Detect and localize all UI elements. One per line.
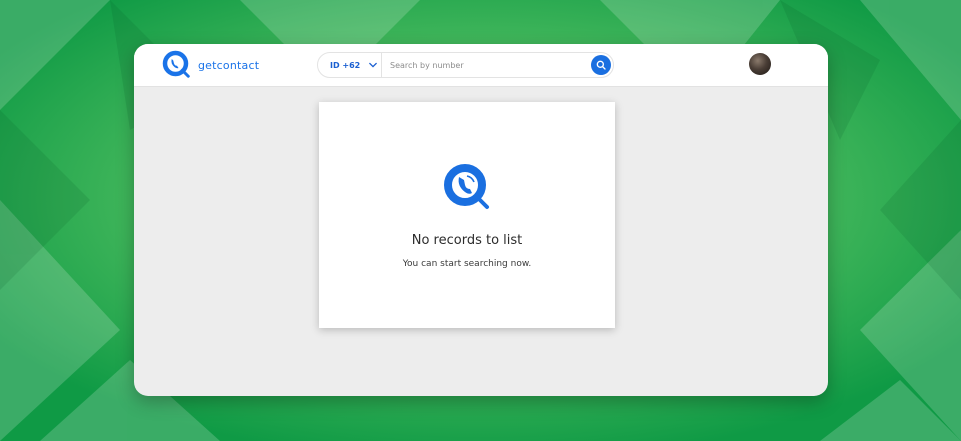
search-bar: ID +62 — [317, 52, 614, 78]
user-avatar[interactable] — [749, 53, 771, 75]
country-code-label: ID +62 — [330, 60, 361, 70]
search-icon — [596, 60, 606, 70]
phone-magnifier-icon — [444, 164, 489, 209]
brand-logo[interactable]: getcontact — [162, 50, 259, 80]
app-window: getcontact ID +62 Search by number No re… — [134, 44, 828, 396]
country-code-dropdown[interactable]: ID +62 — [318, 53, 382, 77]
empty-state-card: No records to list You can start searchi… — [319, 102, 615, 328]
phone-magnifier-icon — [162, 50, 190, 78]
chevron-down-icon — [369, 62, 378, 68]
empty-state-title: No records to list — [411, 233, 523, 248]
search-input[interactable] — [390, 57, 580, 73]
search-button[interactable] — [591, 55, 611, 75]
top-header: getcontact ID +62 — [134, 44, 828, 87]
empty-state-subtitle: You can start searching now. — [402, 259, 532, 269]
brand-name: getcontact — [198, 58, 260, 72]
